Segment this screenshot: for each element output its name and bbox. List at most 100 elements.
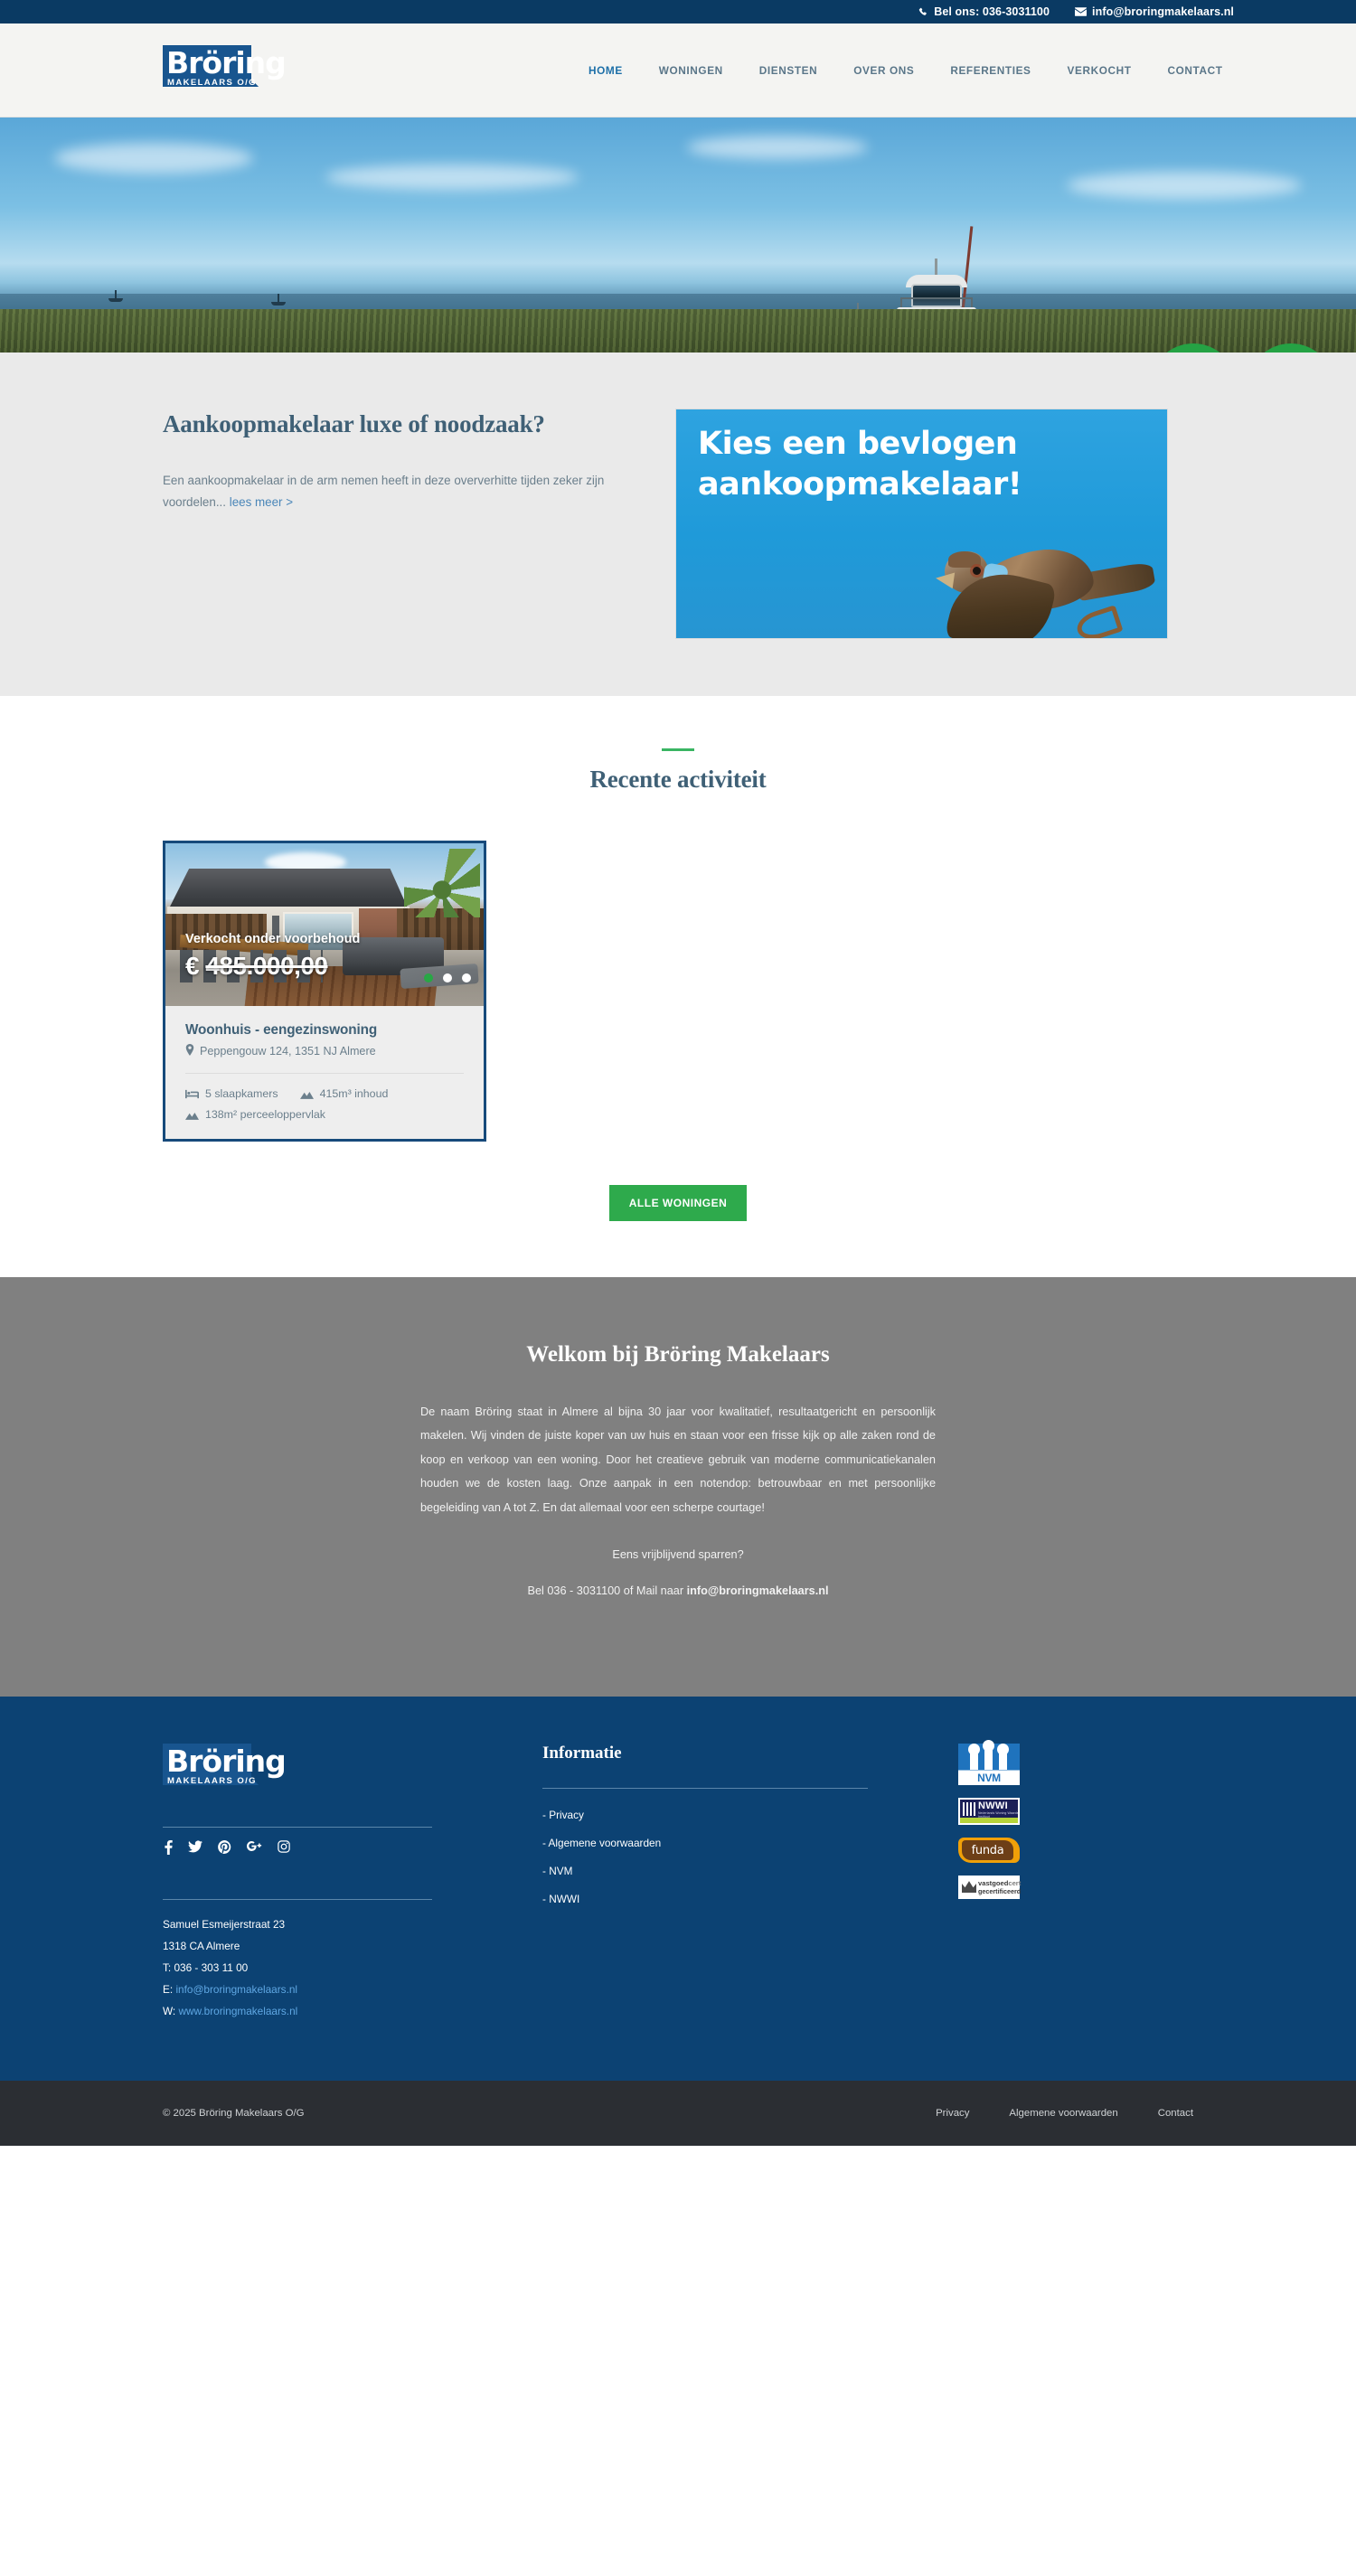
topbar-email[interactable]: info@broringmakelaars.nl <box>1075 5 1234 18</box>
footer-web-row: W: www.broringmakelaars.nl <box>163 2001 447 2023</box>
welcome-body: De naam Bröring staat in Almere al bijna… <box>420 1406 936 1514</box>
footer-email-prefix: E: <box>163 1982 176 1996</box>
footer-phone: T: 036 - 303 11 00 <box>163 1960 249 1974</box>
twitter-icon[interactable] <box>188 1840 202 1855</box>
boat-shape <box>108 290 123 302</box>
promo-banner-text: Kies een bevlogen aankoopmakelaar! <box>698 424 1022 505</box>
footer-address: Samuel Esmeijerstraat 23 1318 CA Almere … <box>163 1914 447 2023</box>
property-features: 5 slaapkamers 415m³ inhoud 138m² perceel… <box>165 1074 484 1139</box>
footer-logo[interactable]: Bröring MAKELAARS O/G <box>163 1744 287 1794</box>
welcome-title: Welkom bij Bröring Makelaars <box>526 1342 830 1367</box>
nwwi-green-bar <box>960 1818 1018 1824</box>
cloud-shape <box>1067 172 1302 199</box>
pinterest-icon[interactable] <box>218 1840 231 1855</box>
feature-bedrooms: 5 slaapkamers <box>185 1087 278 1100</box>
feature-volume: 415m³ inhoud <box>299 1087 389 1100</box>
vastgoedcert-line1: vastgoedcert <box>978 1879 1021 1887</box>
nvm-figure <box>983 1740 994 1771</box>
hero-banner: VERKOOP 9,3 AANKOOP 9,3 <box>0 118 1356 353</box>
lighthouse-antenna <box>935 259 937 277</box>
property-address-label: Peppengouw 124, 1351 NJ Almere <box>200 1045 376 1058</box>
welcome-contact-email[interactable]: info@broringmakelaars.nl <box>687 1584 829 1597</box>
footer-company-column: Bröring MAKELAARS O/G Samuel Esmeijerstr… <box>163 1744 447 2023</box>
carousel-dot-1[interactable] <box>424 973 433 982</box>
google-plus-icon[interactable] <box>247 1840 262 1855</box>
vastgoedcert-logo[interactable]: vastgoedcert gecertificeerd <box>958 1876 1021 1900</box>
nwwi-label: NWWI <box>978 1800 1008 1812</box>
promo-description: Een aankoopmakelaar in de arm nemen heef… <box>163 470 651 515</box>
footer-link-privacy[interactable]: - Privacy <box>542 1809 868 1821</box>
nvm-figure <box>968 1744 980 1771</box>
footer-link-nwwi[interactable]: - NWWI <box>542 1893 868 1905</box>
nav-item-diensten[interactable]: DIENSTEN <box>741 64 835 77</box>
topbar-phone[interactable]: Bel ons: 036-3031100 <box>918 5 1050 18</box>
bird-beak <box>934 569 956 589</box>
welcome-contact-prefix: Bel 036 - 3031100 of Mail naar <box>527 1584 687 1598</box>
footer-link-nvm[interactable]: - NVM <box>542 1865 868 1877</box>
copyright-links: Privacy Algemene voorwaarden Contact <box>936 2108 1193 2119</box>
nav-item-contact[interactable]: CONTACT <box>1150 64 1241 77</box>
carousel-dot-2[interactable] <box>443 973 452 982</box>
copyright-link-contact[interactable]: Contact <box>1158 2108 1193 2119</box>
carousel-dots <box>424 973 471 982</box>
footer-certifications: NVM NWWI Nederlands Woning Waarde Instit… <box>958 1740 1085 2023</box>
badge-verkoop[interactable]: VERKOOP 9,3 <box>1150 343 1237 353</box>
vastgoedcert-text: vastgoedcert gecertificeerd <box>978 1879 1021 1895</box>
sparrow-illustration <box>896 508 1156 638</box>
footer-web-link[interactable]: www.broringmakelaars.nl <box>178 2005 297 2017</box>
badge-aankoop[interactable]: AANKOOP 9,3 <box>1248 343 1334 353</box>
footer-link-algemene-voorwaarden[interactable]: - Algemene voorwaarden <box>542 1837 868 1849</box>
bird-eye <box>973 567 981 575</box>
carousel-dot-3[interactable] <box>462 973 471 982</box>
nav-item-verkocht[interactable]: VERKOCHT <box>1050 64 1150 77</box>
property-price: € 485.000,00 <box>185 952 328 981</box>
vgc-label-b: cert <box>1008 1878 1022 1887</box>
nwwi-logo[interactable]: NWWI Nederlands Woning Waarde Instituut <box>958 1798 1020 1826</box>
nav-item-woningen[interactable]: WONINGEN <box>641 64 741 77</box>
site-logo[interactable]: Bröring MAKELAARS O/G <box>163 44 287 96</box>
copyright-bar: © 2025 Bröring Makelaars O/G Privacy Alg… <box>0 2080 1356 2146</box>
property-card[interactable]: Verkocht onder voorbehoud € 485.000,00 W… <box>163 841 486 1142</box>
property-address: Peppengouw 124, 1351 NJ Almere <box>185 1044 464 1058</box>
promo-section: Aankoopmakelaar luxe of noodzaak? Een aa… <box>0 353 1356 696</box>
footer-divider-bottom <box>163 1899 432 1901</box>
property-image[interactable]: Verkocht onder voorbehoud € 485.000,00 <box>165 843 484 1006</box>
promo-banner[interactable]: Kies een bevlogen aankoopmakelaar! <box>675 409 1168 639</box>
topbar-phone-label: Bel ons: 036-3031100 <box>934 5 1050 18</box>
instagram-icon[interactable] <box>278 1840 290 1855</box>
nav-item-over-ons[interactable]: OVER ONS <box>835 64 932 77</box>
all-properties-button[interactable]: ALLE WONINGEN <box>608 1185 748 1221</box>
promo-read-more-link[interactable]: lees meer > <box>230 495 293 509</box>
welcome-contact: Bel 036 - 3031100 of Mail naar info@bror… <box>0 1584 1356 1597</box>
crown-icon <box>962 1881 976 1894</box>
property-status-label: Verkocht onder voorbehoud <box>185 932 361 946</box>
bed-icon <box>185 1089 199 1099</box>
area-icon <box>185 1110 199 1120</box>
funda-logo[interactable]: funda <box>958 1838 1020 1864</box>
footer-info-heading: Informatie <box>542 1744 622 1763</box>
promo-banner-line2: aankoopmakelaar! <box>698 465 1022 503</box>
envelope-icon <box>1075 7 1088 16</box>
bird-cap <box>948 551 981 568</box>
feature-bedrooms-label: 5 slaapkamers <box>205 1087 278 1100</box>
phone-icon <box>918 7 928 17</box>
recent-activity-section: Recente activiteit Verkocht onder voorbe… <box>0 696 1356 1277</box>
facebook-icon[interactable] <box>165 1840 173 1856</box>
price-amount: 485.000,00 <box>205 952 328 980</box>
funda-label: funda <box>971 1843 1004 1857</box>
volume-icon <box>299 1089 314 1099</box>
feature-area-label: 138m² perceeloppervlak <box>205 1108 325 1121</box>
nvm-figures <box>966 1740 1012 1771</box>
property-title: Woonhuis - eengezinswoning <box>185 1022 378 1038</box>
nav-item-home[interactable]: HOME <box>570 64 641 77</box>
copyright-link-algemene-voorwaarden[interactable]: Algemene voorwaarden <box>1009 2108 1117 2119</box>
feature-volume-label: 415m³ inhoud <box>319 1087 389 1100</box>
footer-email-link[interactable]: info@broringmakelaars.nl <box>175 1983 297 1996</box>
main-nav: HOME WONINGEN DIENSTEN OVER ONS REFERENT… <box>570 64 1241 77</box>
nvm-logo[interactable]: NVM <box>958 1740 1020 1786</box>
copyright-link-privacy[interactable]: Privacy <box>936 2108 969 2119</box>
nav-item-referenties[interactable]: REFERENTIES <box>932 64 1049 77</box>
nvm-figure <box>997 1744 1009 1771</box>
promo-banner-line1: Kies een bevlogen <box>698 426 1018 462</box>
recent-activity-title: Recente activiteit <box>589 766 767 793</box>
